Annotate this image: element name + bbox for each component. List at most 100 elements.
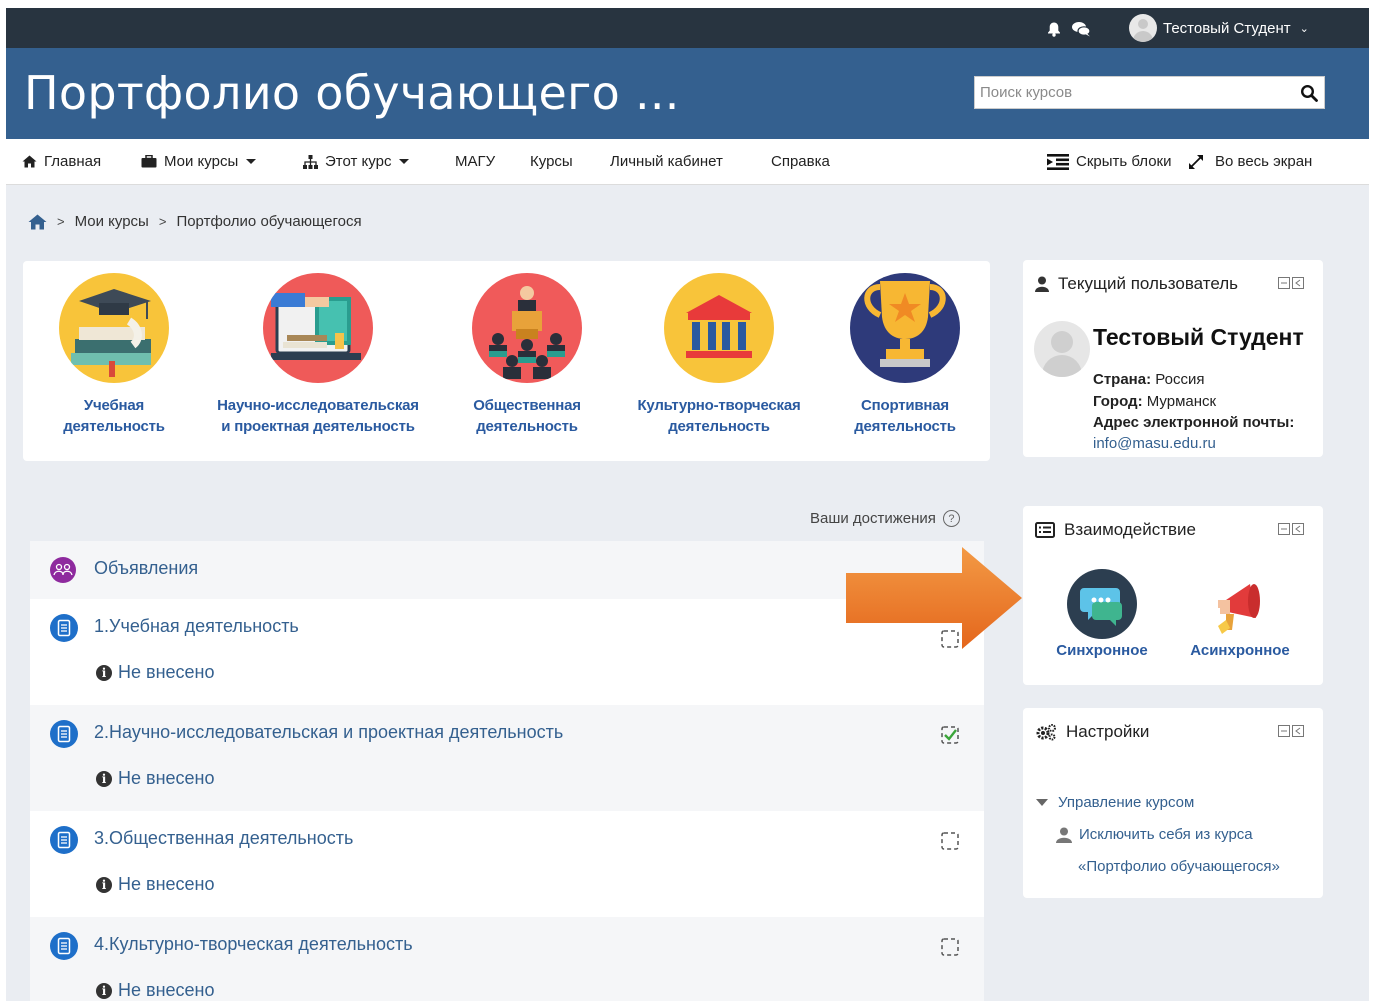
nav-help-label: Справка — [771, 153, 830, 170]
category-study[interactable]: Учебная деятельность — [6, 273, 229, 437]
nav-my-courses-label: Мои курсы — [164, 153, 239, 170]
section-item: 4.Культурно-творческая деятельность i Не … — [30, 917, 984, 1001]
achievements-link[interactable]: Ваши достижения ? — [810, 510, 960, 527]
status-text: i Не внесено — [96, 874, 215, 895]
status-text: i Не внесено — [96, 662, 215, 683]
course-admin-toggle[interactable]: Управление курсом — [1036, 794, 1194, 811]
section-title[interactable]: 2.Научно-исследовательская и проектная д… — [94, 722, 563, 743]
fullscreen-button[interactable]: Во весь экран — [1188, 153, 1312, 170]
course-sections: Объявления 1.Учебная деятельность i Не вн… — [30, 541, 984, 1001]
caret-down-icon — [246, 159, 257, 164]
info-icon: i — [96, 876, 112, 893]
trophy-icon — [850, 273, 960, 383]
category-label: Спортивная деятельность — [854, 397, 956, 435]
category-panel: Учебная деятельность Научно-исследователь… — [23, 261, 990, 461]
page-frame: Тестовый Студент ⌄ Портфолио обучающего … — [6, 8, 1369, 1001]
help-icon[interactable]: ? — [942, 510, 960, 527]
course-admin-label: Управление курсом — [1058, 794, 1195, 811]
assignment-icon — [50, 826, 78, 854]
async-link[interactable]: Асинхронное — [1185, 568, 1295, 659]
nav-help[interactable]: Справка — [771, 153, 830, 170]
user-city: Город: Мурманск — [1093, 393, 1217, 410]
briefcase-icon — [141, 155, 157, 168]
assignment-icon — [50, 932, 78, 960]
home-icon[interactable] — [28, 214, 47, 230]
page-header: Портфолио обучающего ... — [6, 48, 1369, 139]
user-avatar — [1034, 321, 1090, 377]
expand-icon — [1189, 154, 1203, 169]
block-header: Текущий пользователь — [1035, 274, 1238, 294]
block-title: Текущий пользователь — [1058, 274, 1239, 293]
sync-link[interactable]: Синхронное — [1047, 568, 1157, 659]
search-icon[interactable] — [1300, 84, 1318, 102]
navbar: Главная Мои курсы Этот курс МАГУ Курсы Л… — [6, 139, 1369, 185]
completion-checkbox[interactable] — [941, 832, 959, 850]
section-title[interactable]: 1.Учебная деятельность — [94, 616, 299, 637]
info-icon: i — [96, 770, 112, 787]
hide-blocks-label: Скрыть блоки — [1076, 153, 1172, 170]
nav-courses[interactable]: Курсы — [530, 153, 573, 170]
nav-my-courses[interactable]: Мои курсы — [141, 153, 257, 170]
top-bar: Тестовый Студент ⌄ — [6, 8, 1369, 48]
block-controls-icon[interactable] — [1278, 523, 1308, 535]
chevron-down-icon: ⌄ — [1299, 22, 1309, 35]
block-title: Настройки — [1066, 722, 1150, 741]
user-email-label: Адрес электронной почты: — [1093, 414, 1295, 431]
caret-down-icon — [399, 159, 410, 164]
nav-cabinet-label: Личный кабинет — [610, 153, 723, 170]
triangle-down-icon — [1036, 799, 1048, 806]
megaphone-icon — [1214, 584, 1260, 634]
chat-bubble-icon — [1067, 569, 1137, 639]
avatar — [1129, 14, 1157, 42]
breadcrumb-separator: > — [57, 214, 65, 229]
achievements-label: Ваши достижения — [810, 510, 936, 527]
block-title: Взаимодействие — [1064, 520, 1196, 539]
fullscreen-label: Во весь экран — [1215, 153, 1313, 170]
breadcrumb-my-courses[interactable]: Мои курсы — [75, 213, 149, 230]
section-title[interactable]: 3.Общественная деятельность — [94, 828, 353, 849]
nav-this-course[interactable]: Этот курс — [303, 153, 410, 170]
unenrol-label-line1: Исключить себя из курса — [1079, 826, 1253, 843]
section-title[interactable]: Объявления — [94, 558, 198, 579]
sitemap-icon — [303, 154, 318, 169]
user-name: Тестовый Студент — [1163, 19, 1291, 37]
user-email-link[interactable]: info@masu.edu.ru — [1093, 435, 1216, 452]
user-full-name: Тестовый Студент — [1093, 324, 1304, 350]
section-title[interactable]: 4.Культурно-творческая деятельность — [94, 934, 413, 955]
nav-home-label: Главная — [44, 153, 102, 170]
block-controls-icon[interactable] — [1278, 277, 1308, 289]
page-title: Портфолио обучающего ... — [24, 66, 680, 120]
user-icon — [1035, 276, 1049, 292]
section-item: 3.Общественная деятельность i Не внесено — [30, 811, 984, 917]
laptop-research-icon — [263, 273, 373, 383]
course-search — [974, 76, 1325, 109]
unenrol-label-line2[interactable]: «Портфолио обучающегося» — [1078, 858, 1280, 875]
user-menu[interactable]: Тестовый Студент ⌄ — [1129, 14, 1309, 42]
category-sport[interactable]: Спортивная деятельность — [790, 273, 1020, 437]
nav-cabinet[interactable]: Личный кабинет — [610, 153, 723, 170]
block-controls-icon[interactable] — [1278, 725, 1308, 737]
async-label: Асинхронное — [1190, 642, 1290, 659]
bell-icon[interactable] — [1046, 21, 1062, 37]
status-text: i Не внесено — [96, 980, 215, 1001]
chat-icon[interactable] — [1071, 21, 1091, 37]
block-header: Настройки — [1035, 722, 1149, 742]
search-input[interactable] — [975, 84, 1285, 101]
nav-masu[interactable]: МАГУ — [455, 153, 495, 170]
assignment-icon — [50, 720, 78, 748]
category-research[interactable]: Научно-исследовательская и проектная деят… — [203, 273, 433, 437]
status-text: i Не внесено — [96, 768, 215, 789]
completion-checkbox[interactable] — [941, 938, 959, 956]
unenrol-link[interactable]: Исключить себя из курса — [1056, 826, 1253, 843]
block-header: Взаимодействие — [1035, 520, 1196, 540]
hide-blocks-button[interactable]: Скрыть блоки — [1047, 153, 1172, 170]
nav-home[interactable]: Главная — [22, 153, 101, 170]
home-icon — [22, 155, 37, 168]
cogs-icon — [1036, 724, 1056, 741]
sync-label: Синхронное — [1056, 642, 1148, 659]
breadcrumb-portfolio[interactable]: Портфолио обучающегося — [176, 213, 361, 230]
user-icon — [1056, 827, 1072, 843]
completion-checkbox-checked[interactable] — [941, 726, 959, 744]
graduation-icon — [59, 273, 169, 383]
assignment-icon — [50, 614, 78, 642]
